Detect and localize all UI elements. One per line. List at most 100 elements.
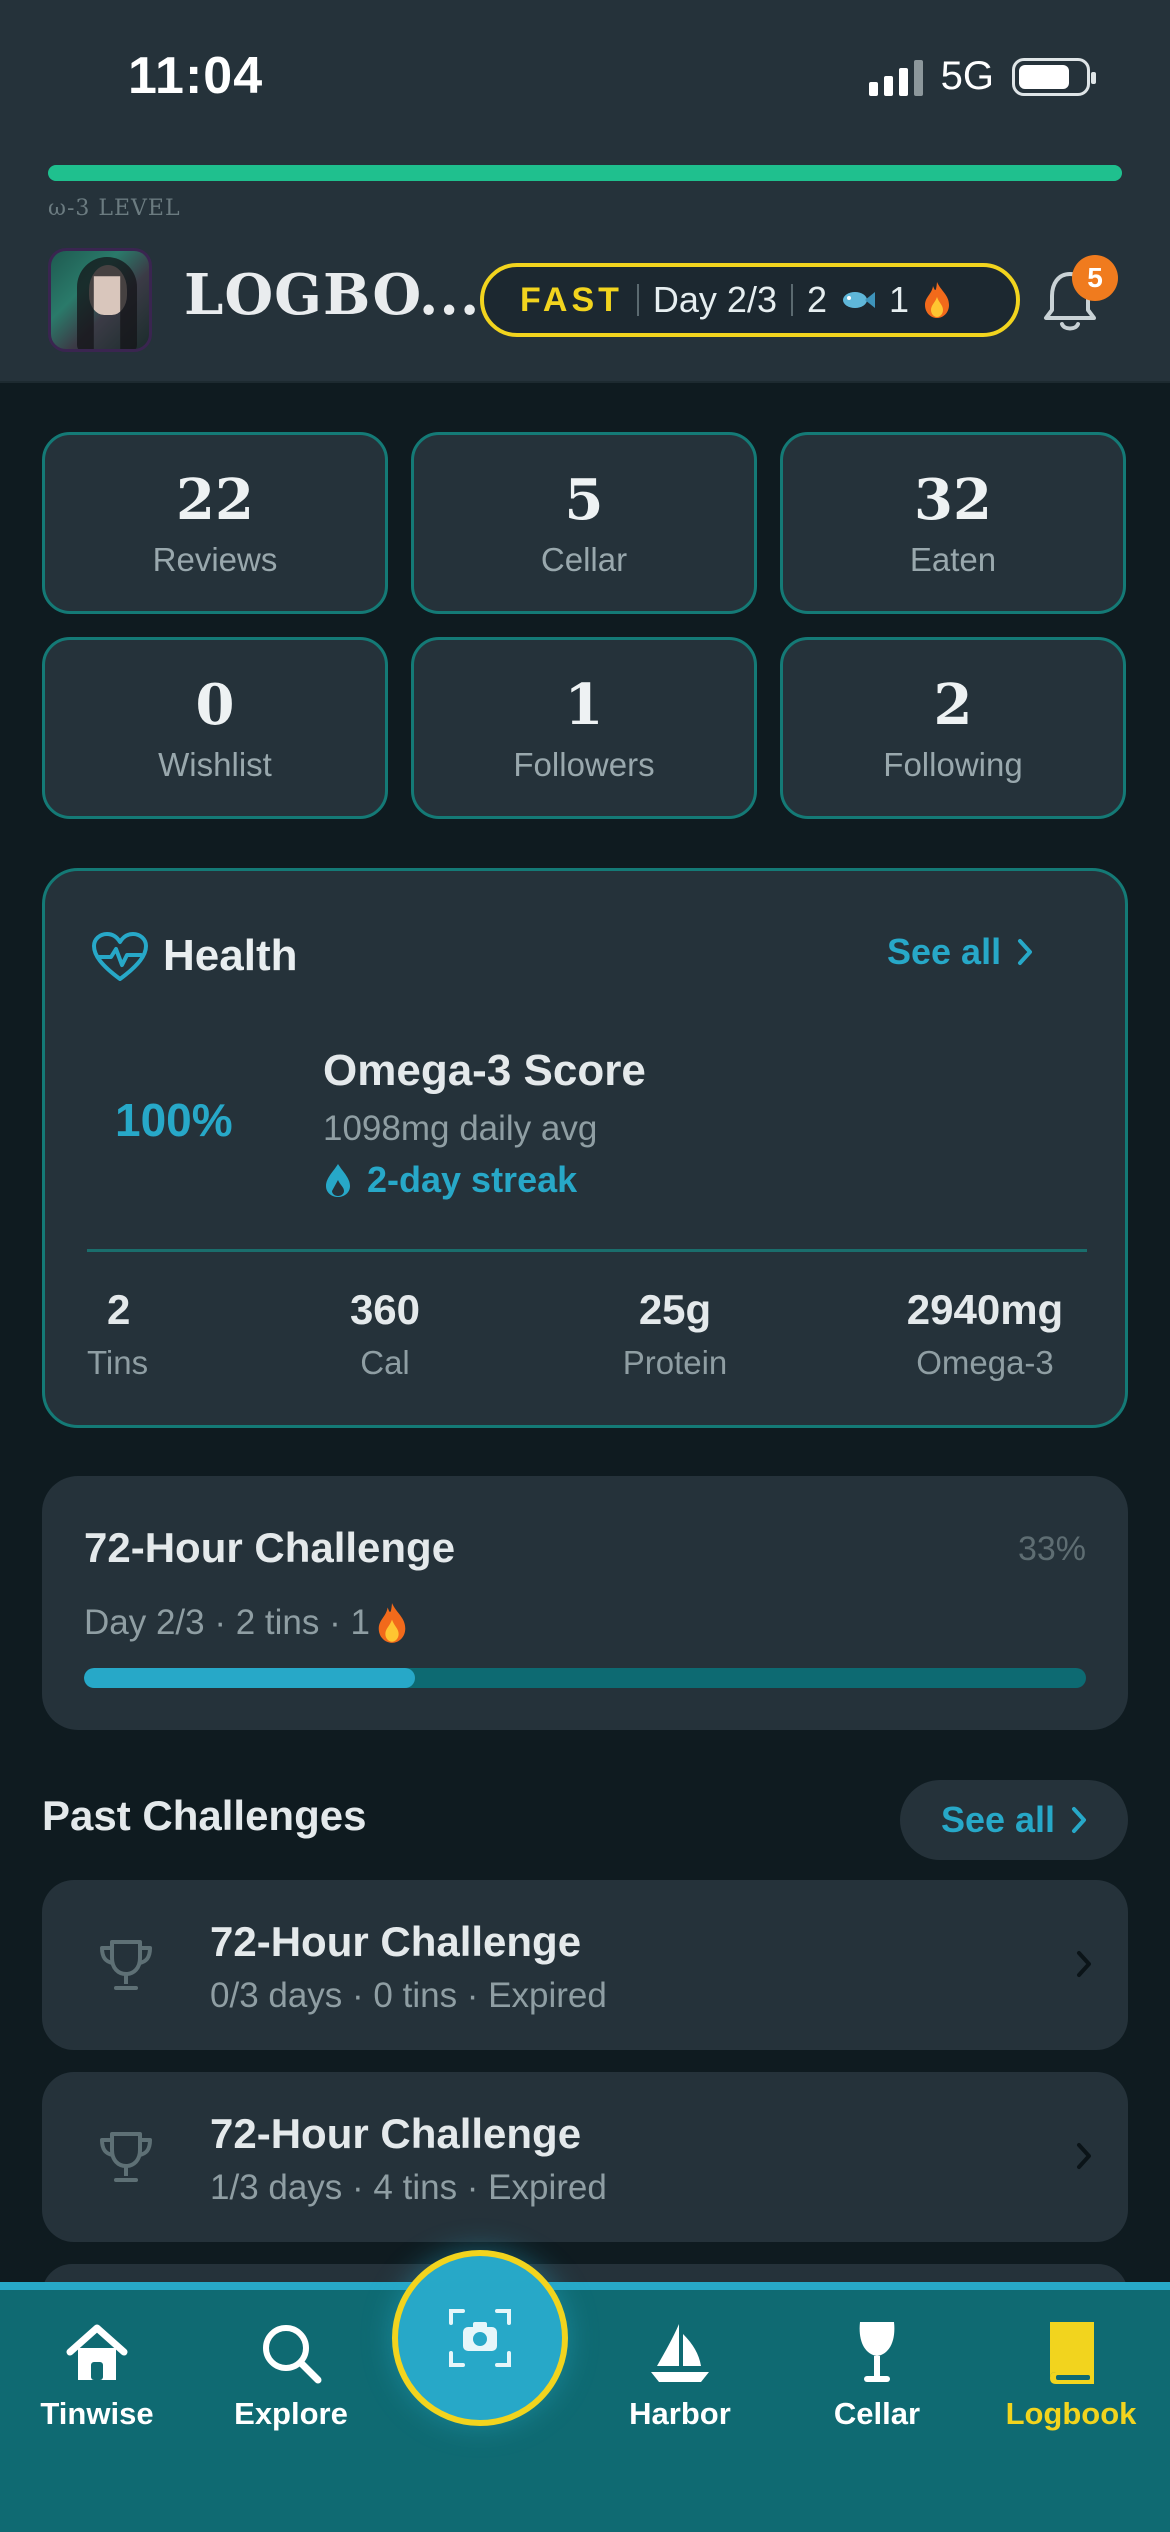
stat-card-followers[interactable]: 1 Followers bbox=[411, 637, 757, 819]
stat-value: 5 bbox=[564, 467, 604, 533]
chevron-right-icon bbox=[1077, 1951, 1091, 1977]
tab-explore[interactable]: Explore bbox=[196, 2318, 386, 2432]
stat-label: Reviews bbox=[152, 541, 278, 578]
flame-count: 1 bbox=[889, 279, 910, 320]
stat-value: 22 bbox=[176, 467, 254, 533]
tab-cellar[interactable]: Cellar bbox=[782, 2318, 972, 2432]
past-challenge-title: 72-Hour Challenge bbox=[210, 1918, 582, 1965]
cellular-signal-icon bbox=[868, 58, 923, 96]
omega-score-title: Omega-3 Score bbox=[323, 1046, 646, 1095]
tab-logbook[interactable]: Logbook bbox=[976, 2318, 1166, 2432]
metric-label: Tins bbox=[87, 1344, 149, 1381]
past-challenge-subtitle: 0/3 days · 0 tins · Expired bbox=[210, 1976, 607, 2015]
current-challenge-card[interactable]: 72-Hour Challenge 33% Day 2/3 · 2 tins ·… bbox=[42, 1476, 1128, 1730]
stat-label: Following bbox=[883, 746, 1023, 783]
avatar[interactable] bbox=[48, 248, 152, 352]
health-metric-omega3: 2940mg Omega-3 bbox=[875, 1286, 1095, 1382]
stat-value: 1 bbox=[564, 672, 604, 738]
tab-label: Explore bbox=[234, 2396, 348, 2431]
metric-value: 2 bbox=[107, 1286, 131, 1333]
heartbeat-icon bbox=[92, 932, 148, 981]
tab-tinwise[interactable]: Tinwise bbox=[2, 2318, 192, 2432]
health-metric-protein: 25g Protein bbox=[585, 1286, 765, 1382]
streak-label: 2-day streak bbox=[367, 1159, 578, 1200]
health-metric-cal: 360 Cal bbox=[315, 1286, 455, 1382]
past-challenge-title: 72-Hour Challenge bbox=[210, 2110, 582, 2157]
health-see-all-link[interactable]: See all bbox=[887, 931, 1033, 973]
chevron-right-icon bbox=[1072, 1807, 1087, 1833]
metric-label: Omega-3 bbox=[916, 1344, 1054, 1381]
stat-label: Followers bbox=[513, 746, 655, 783]
metric-label: Cal bbox=[360, 1344, 410, 1381]
notification-badge: 5 bbox=[1072, 255, 1118, 301]
metric-value: 360 bbox=[349, 1286, 421, 1333]
streak-row: 2-day streak bbox=[323, 1159, 577, 1201]
status-indicators: 5G bbox=[868, 54, 1096, 99]
pill-divider bbox=[790, 284, 793, 316]
battery-icon bbox=[1012, 57, 1096, 96]
trophy-icon bbox=[100, 1940, 152, 1990]
stat-value: 0 bbox=[195, 672, 235, 738]
see-all-label: See all bbox=[887, 931, 1002, 972]
tab-label: Logbook bbox=[1005, 2396, 1137, 2431]
tab-label: Harbor bbox=[629, 2396, 731, 2431]
pill-divider bbox=[636, 284, 639, 316]
stat-label: Eaten bbox=[909, 541, 997, 578]
status-time: 11:04 bbox=[128, 47, 264, 105]
omega-score-percent: 100% bbox=[115, 1094, 233, 1146]
tab-harbor[interactable]: Harbor bbox=[585, 2318, 775, 2432]
past-challenge-item[interactable]: 72-Hour Challenge 0/3 days · 0 tins · Ex… bbox=[42, 1880, 1128, 2050]
wine-glass-icon bbox=[859, 2322, 895, 2382]
flame-icon bbox=[925, 282, 950, 318]
chevron-right-icon bbox=[1018, 939, 1033, 965]
home-icon bbox=[66, 2324, 128, 2380]
stat-label: Cellar bbox=[540, 541, 628, 578]
search-icon bbox=[263, 2325, 322, 2384]
camera-scan-button[interactable] bbox=[392, 2250, 568, 2426]
page-title: LOGBO... bbox=[184, 262, 481, 328]
challenge-progress-bar bbox=[84, 1668, 1086, 1688]
challenge-subtitle: Day 2/3 · 2 tins · 1 bbox=[84, 1603, 370, 1642]
stat-label: Wishlist bbox=[158, 746, 272, 783]
tab-label: Cellar bbox=[833, 2396, 921, 2431]
challenge-title: 72-Hour Challenge bbox=[84, 1524, 456, 1571]
stat-card-following[interactable]: 2 Following bbox=[780, 637, 1126, 819]
fish-icon bbox=[843, 292, 876, 308]
fish-count: 2 bbox=[806, 279, 828, 320]
flame-icon bbox=[378, 1603, 406, 1643]
see-all-label: See all bbox=[940, 1799, 1056, 1840]
tab-label: Tinwise bbox=[40, 2396, 154, 2431]
past-challenges-see-all-button[interactable]: See all bbox=[900, 1780, 1128, 1860]
app-header: 11:04 5G ω-3 LEVEL LOGBO... FAST Day 2/3… bbox=[0, 0, 1170, 383]
fast-status-pill[interactable]: FAST Day 2/3 2 1 bbox=[480, 263, 1020, 337]
challenge-subtitle-row: Day 2/3 · 2 tins · 1 bbox=[84, 1602, 408, 1644]
stat-value: 32 bbox=[914, 467, 992, 533]
droplet-flame-icon bbox=[326, 1164, 350, 1197]
stat-value: 2 bbox=[933, 672, 973, 738]
past-challenge-subtitle: 1/3 days · 4 tins · Expired bbox=[210, 2168, 607, 2207]
stat-card-cellar[interactable]: 5 Cellar bbox=[411, 432, 757, 614]
past-challenge-item[interactable]: 72-Hour Challenge 1/3 days · 4 tins · Ex… bbox=[42, 2072, 1128, 2242]
metric-label: Protein bbox=[622, 1344, 728, 1381]
challenge-percent: 33% bbox=[1017, 1530, 1086, 1568]
stat-card-wishlist[interactable]: 0 Wishlist bbox=[42, 637, 388, 819]
metric-value: 25g bbox=[638, 1286, 712, 1333]
chevron-right-icon bbox=[1077, 2143, 1091, 2169]
fast-label: FAST bbox=[520, 280, 623, 319]
omega-level-bar bbox=[48, 165, 1122, 181]
network-type: 5G bbox=[940, 54, 994, 98]
sailboat-icon bbox=[651, 2324, 709, 2382]
metric-value: 2940mg bbox=[906, 1286, 1064, 1333]
trophy-icon bbox=[100, 2132, 152, 2182]
camera-icon bbox=[449, 2309, 511, 2367]
past-challenges-title: Past Challenges bbox=[42, 1792, 367, 1839]
book-icon bbox=[1050, 2322, 1094, 2384]
health-card[interactable]: Health See all 100% Omega-3 Score 1098mg… bbox=[42, 868, 1128, 1428]
health-metric-tins: 2 Tins bbox=[87, 1286, 197, 1382]
stat-card-reviews[interactable]: 22 Reviews bbox=[42, 432, 388, 614]
health-divider bbox=[87, 1249, 1087, 1252]
health-title: Health bbox=[163, 931, 298, 980]
omega-level-label: ω-3 LEVEL bbox=[48, 196, 181, 221]
omega-daily-avg: 1098mg daily avg bbox=[323, 1109, 598, 1148]
stat-card-eaten[interactable]: 32 Eaten bbox=[780, 432, 1126, 614]
